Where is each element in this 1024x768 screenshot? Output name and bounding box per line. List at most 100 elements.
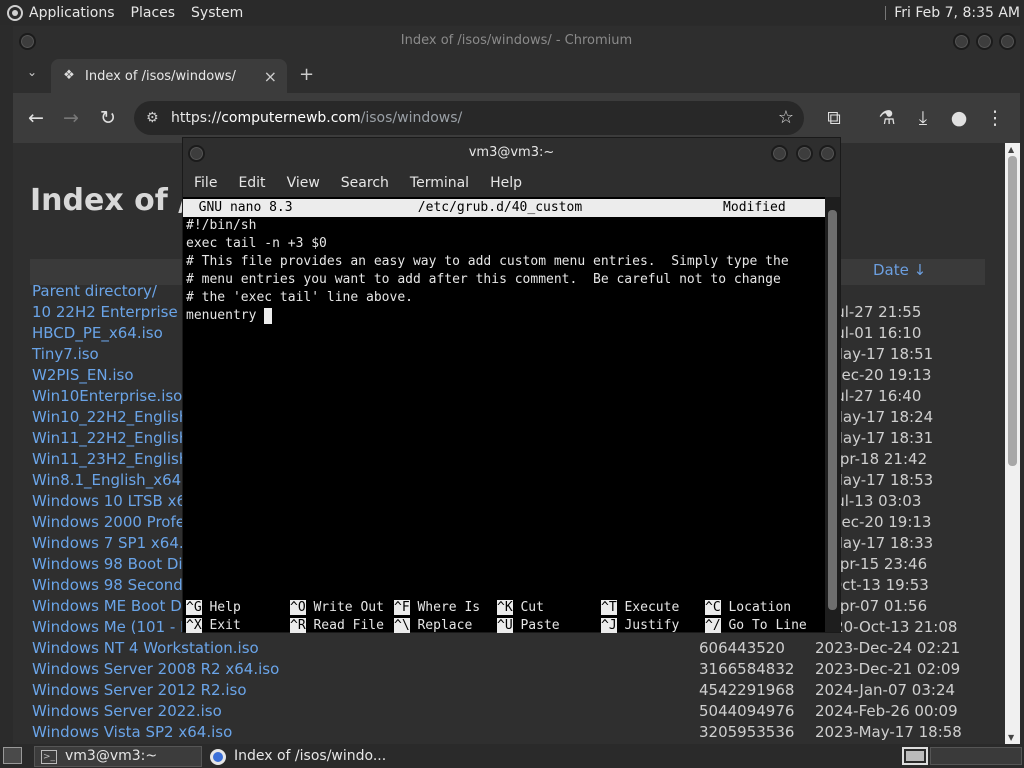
tab-title: Index of /isos/windows/ [85,68,236,84]
clock[interactable]: Fri Feb 7, 8:35 AM [894,5,1020,21]
close-button[interactable] [999,33,1016,50]
profile-avatar-icon[interactable]: ● [947,106,971,130]
file-link[interactable]: Windows Vista SP2 x64.iso [32,723,232,741]
terminal-close-button[interactable] [819,145,836,162]
terminal-window-menu-button[interactable] [188,145,205,162]
menu-system[interactable]: System [191,5,243,21]
labs-flask-icon[interactable]: ⚗ [875,106,899,130]
workspace-switcher-icon[interactable] [902,747,928,765]
terminal-maximize-button[interactable] [796,145,813,162]
file-link[interactable]: Windows ME Boot Di [32,597,186,615]
file-link[interactable]: Windows Me (101 - R [32,618,191,636]
file-link[interactable]: Windows 7 SP1 x64.is [32,534,196,552]
menu-applications[interactable]: Applications [29,5,115,21]
editor-line-current: menuentry [186,307,273,325]
file-link[interactable]: Win10_22H2_English_ [32,408,196,426]
editor-line: exec tail -n +3 $0 [186,236,327,251]
nano-shortcut-key: ^\ [394,618,410,633]
nano-shortcut-label: Read File [305,618,384,633]
file-link[interactable]: Windows NT 4 Workstation.iso [32,639,259,657]
file-size: 3166584832 [699,660,795,678]
editor-line: # the 'exec tail' line above. [186,290,413,305]
file-link[interactable]: Parent directory/ [32,282,157,300]
file-link[interactable]: Win11_23H2_English_ [32,450,196,468]
tab-search-chevron-icon[interactable]: ⌄ [27,65,37,79]
maximize-button[interactable] [976,33,993,50]
kebab-menu-icon[interactable]: ⋮ [983,106,1007,130]
nano-shortcut-key: ^R [290,618,306,633]
file-link[interactable]: 10 22H2 Enterprise x6 [32,303,201,321]
site-info-icon[interactable]: ⚙ [146,101,159,135]
terminal-minimize-button[interactable] [771,145,788,162]
minimize-button[interactable] [953,33,970,50]
terminal-body[interactable]: GNU nano 8.3 /etc/grub.d/40_custom Modif… [183,197,826,635]
terminal-menu-search[interactable]: Search [341,175,389,191]
file-link[interactable]: W2PIS_EN.iso [32,366,134,384]
scroll-down-icon[interactable]: ▼ [1008,733,1014,742]
file-link[interactable]: Windows 10 LTSB x64 [32,492,196,510]
terminal-scrollbar[interactable] [825,197,840,632]
nano-shortcut: ^X Exit [186,617,241,635]
bookmark-star-icon[interactable]: ☆ [778,101,794,135]
terminal-menu-file[interactable]: File [194,175,217,191]
panel-separator [885,5,887,20]
show-desktop-icon[interactable] [3,747,22,764]
back-icon[interactable]: ← [24,106,48,130]
scrollbar-thumb[interactable] [1008,156,1017,466]
page-scrollbar[interactable]: ▲ ▼ [1005,143,1020,744]
nano-shortcut-label: Help [201,600,241,615]
file-link[interactable]: Windows Server 2012 R2.iso [32,681,247,699]
nano-shortcut-key: ^U [497,618,513,633]
nano-shortcut: ^\ Replace [394,617,472,635]
browser-tab[interactable]: ❖ Index of /isos/windows/ × [51,59,287,93]
file-link[interactable]: Win11_22H2_English_ [32,429,196,447]
file-link[interactable]: Windows 98 Second [32,576,183,594]
distro-logo-icon[interactable] [7,4,23,21]
scroll-up-icon[interactable]: ▲ [1008,145,1014,154]
taskbar-item-terminal[interactable]: >_ vm3@vm3:~ [34,746,202,767]
taskbar-item-label: Index of /isos/windo... [234,748,387,764]
nano-shortcut-key: ^F [394,600,410,615]
file-link[interactable]: Windows 2000 Profe [32,513,185,531]
terminal-icon: >_ [41,749,57,764]
terminal-menu-edit[interactable]: Edit [238,175,265,191]
nano-shortcut-label: Paste [512,618,560,633]
menu-places[interactable]: Places [131,5,176,21]
reload-icon[interactable]: ↻ [96,106,120,130]
forward-icon[interactable]: → [59,106,83,130]
nano-shortcut: ^T Execute [601,599,679,617]
nano-shortcut-key: ^/ [705,618,721,633]
download-icon[interactable]: ⤓ [911,106,935,130]
nano-shortcut-label: Write Out [305,600,384,615]
tab-close-icon[interactable]: × [264,67,277,86]
terminal-menu-terminal[interactable]: Terminal [410,175,469,191]
terminal-window: vm3@vm3:~ File Edit View Search Terminal… [182,137,841,633]
file-date: 2024-Jan-07 03:24 [815,681,956,699]
file-link[interactable]: HBCD_PE_x64.iso [32,324,163,342]
terminal-menu-view[interactable]: View [287,175,320,191]
file-link[interactable]: Tiny7.iso [32,345,99,363]
new-tab-icon[interactable]: + [299,64,314,85]
file-link[interactable]: Windows Server 2022.iso [32,702,222,720]
editor-line: #!/bin/sh [186,218,257,233]
table-row: Windows Vista SP2 x64.iso 3205953536 2023-… [32,723,992,744]
nano-shortcut-key: ^X [186,618,202,633]
chromium-titlebar[interactable]: Index of /isos/windows/ - Chromium [13,26,1020,56]
file-link[interactable]: Win8.1_English_x64.i [32,471,190,489]
terminal-menu-help[interactable]: Help [490,175,522,191]
url-path: /isos/windows/ [360,110,463,126]
nano-header-bar: GNU nano 8.3 /etc/grub.d/40_custom Modif… [183,199,826,217]
file-link[interactable]: Win10Enterprise.iso [32,387,182,405]
extensions-icon[interactable]: ⧉ [822,106,846,130]
file-date: 2024-Feb-26 00:09 [815,702,958,720]
taskbar-item-chromium[interactable]: Index of /isos/windo... [204,746,404,767]
file-link[interactable]: Windows Server 2008 R2 x64.iso [32,660,279,678]
nano-shortcut: ^F Where Is [394,599,480,617]
window-menu-button[interactable] [19,33,36,50]
terminal-titlebar[interactable]: vm3@vm3:~ [183,138,840,168]
address-bar[interactable]: ⚙ https://computernewb.com/isos/windows/… [134,101,804,135]
terminal-scrollbar-thumb[interactable] [828,210,837,610]
file-link[interactable]: Windows 98 Boot Dis [32,555,190,573]
workspace-pager[interactable] [930,747,1022,765]
date-column-header[interactable]: Date ↓ [873,261,926,279]
